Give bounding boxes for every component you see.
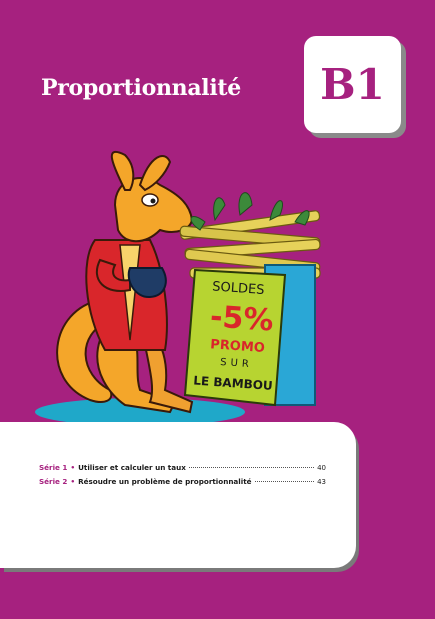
toc-page-number: 43 <box>317 478 326 486</box>
chapter-code: B1 <box>320 60 385 109</box>
sign-line-percent: -5% <box>209 299 275 338</box>
kangaroo-illustration: SOLDES -5% PROMO SUR LE BAMBOU <box>35 150 321 426</box>
toc-label: Résoudre un problème de proportionnalité <box>78 477 252 486</box>
toc-bullet: • <box>70 463 76 472</box>
toc-entry[interactable]: Série 1 • Utiliser et calculer un taux 4… <box>39 461 326 475</box>
toc-leader-dots <box>188 467 315 468</box>
toc-label: Utiliser et calculer un taux <box>78 463 186 472</box>
toc-serie: Série 2 <box>39 477 68 486</box>
toc-bullet: • <box>70 477 76 486</box>
toc-leader-dots <box>254 481 315 482</box>
toc-entry[interactable]: Série 2 • Résoudre un problème de propor… <box>39 475 326 489</box>
toc-page-number: 40 <box>317 464 326 472</box>
sign-line-sur: SUR <box>220 357 253 370</box>
contents-panel <box>0 422 356 568</box>
toc-serie: Série 1 <box>39 463 68 472</box>
chapter-badge: B1 <box>304 36 401 133</box>
chapter-title: Proportionnalité <box>41 75 241 101</box>
table-of-contents: Série 1 • Utiliser et calculer un taux 4… <box>39 461 326 489</box>
